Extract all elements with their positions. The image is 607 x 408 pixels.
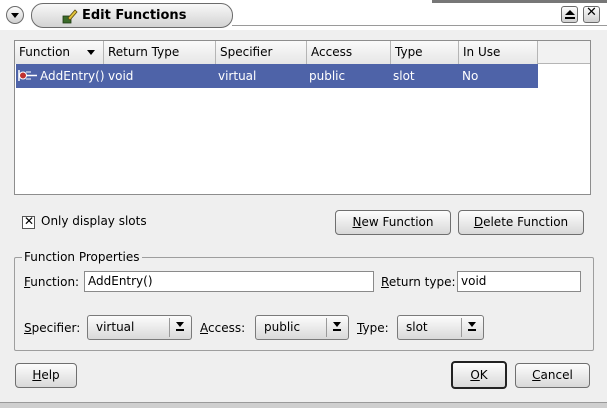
column-header-label: Type — [395, 45, 423, 59]
list-header: Function Return Type Specifier Access Ty… — [15, 41, 590, 64]
delete-function-button[interactable]: Delete Function — [458, 210, 584, 235]
column-header-type[interactable]: Type — [391, 41, 459, 64]
sort-down-icon — [87, 50, 95, 55]
column-header-return-type[interactable]: Return Type — [104, 41, 216, 64]
mnemonic: R — [381, 275, 389, 289]
checkmark-icon: ✕ — [24, 214, 35, 228]
new-function-button[interactable]: New Function — [335, 210, 451, 235]
title-bar: Edit Functions ✕ — [0, 0, 607, 30]
button-label: elp — [41, 368, 60, 382]
mnemonic: H — [32, 368, 42, 382]
label-text: ype: — [362, 321, 389, 335]
dropdown-arrow-icon — [169, 318, 189, 337]
slot-function-icon — [18, 70, 37, 81]
ok-button[interactable]: OK — [451, 361, 507, 389]
only-display-slots-label: Only display slots — [41, 214, 147, 228]
type-combobox[interactable]: slot — [397, 315, 484, 340]
column-header-access[interactable]: Access — [307, 41, 391, 64]
specifier-label: Specifier: — [24, 321, 80, 335]
label-text: eturn type: — [388, 275, 456, 289]
cancel-button[interactable]: Cancel — [515, 363, 590, 388]
cell-in-use: No — [462, 69, 479, 83]
column-header-label: Specifier — [220, 45, 273, 59]
edit-functions-dialog: Edit Functions ✕ Function Return Type Sp… — [0, 0, 607, 408]
button-label: ew Function — [361, 215, 434, 229]
access-combobox[interactable]: public — [255, 315, 349, 340]
function-properties-title: Function Properties — [22, 250, 142, 264]
cell-type: slot — [393, 69, 415, 83]
column-header-label: Return Type — [108, 45, 180, 59]
type-value: slot — [406, 320, 428, 334]
type-label: Type: — [357, 321, 389, 335]
window-menu-button[interactable] — [6, 6, 24, 24]
button-label: K — [479, 368, 488, 382]
specifier-value: virtual — [96, 320, 135, 334]
button-label: ancel — [540, 368, 573, 382]
column-header-specifier[interactable]: Specifier — [216, 41, 307, 64]
dropdown-arrow-icon — [461, 318, 481, 337]
mnemonic: D — [473, 215, 484, 229]
label-text: ccess: — [208, 321, 246, 335]
column-header-label: Access — [311, 45, 353, 59]
table-row[interactable]: AddEntry() void virtual public slot No — [16, 64, 538, 88]
function-label: Function: — [24, 275, 79, 289]
return-type-field[interactable]: void — [457, 271, 581, 292]
mnemonic: A — [200, 321, 208, 335]
button-label: elete Function — [483, 215, 569, 229]
close-button[interactable]: ✕ — [583, 5, 600, 23]
column-header-label: In Use — [463, 45, 501, 59]
column-header-in-use[interactable]: In Use — [459, 41, 538, 64]
window-title: Edit Functions — [82, 8, 187, 23]
function-name-field[interactable]: AddEntry() — [84, 271, 374, 292]
label-text: pecifier: — [31, 321, 81, 335]
label-text: unction: — [30, 275, 80, 289]
title-bar-accent — [432, 0, 607, 3]
return-type-label: Return type: — [381, 275, 456, 289]
access-value: public — [264, 320, 301, 334]
column-header-label: Function — [19, 45, 71, 59]
column-header-function[interactable]: Function — [15, 41, 104, 64]
mnemonic: O — [470, 368, 480, 382]
window-bottom-border — [0, 402, 607, 408]
title-pill[interactable]: Edit Functions — [31, 3, 233, 28]
functions-list[interactable]: Function Return Type Specifier Access Ty… — [14, 40, 591, 195]
specifier-combobox[interactable]: virtual — [87, 315, 192, 340]
dropdown-arrow-icon — [326, 318, 346, 337]
cell-specifier: virtual — [218, 69, 257, 83]
title-bar-divider — [232, 25, 607, 26]
only-display-slots-checkbox[interactable]: ✕ — [22, 214, 35, 229]
help-button[interactable]: Help — [15, 363, 77, 388]
mnemonic: C — [532, 368, 541, 382]
shade-button[interactable] — [561, 6, 578, 23]
cell-access: public — [309, 69, 346, 83]
close-icon: ✕ — [586, 5, 597, 20]
access-label: Access: — [200, 321, 245, 335]
cell-return-type: void — [108, 69, 134, 83]
function-edit-icon — [62, 9, 78, 24]
mnemonic: S — [24, 321, 32, 335]
cell-function: AddEntry() — [40, 69, 105, 83]
